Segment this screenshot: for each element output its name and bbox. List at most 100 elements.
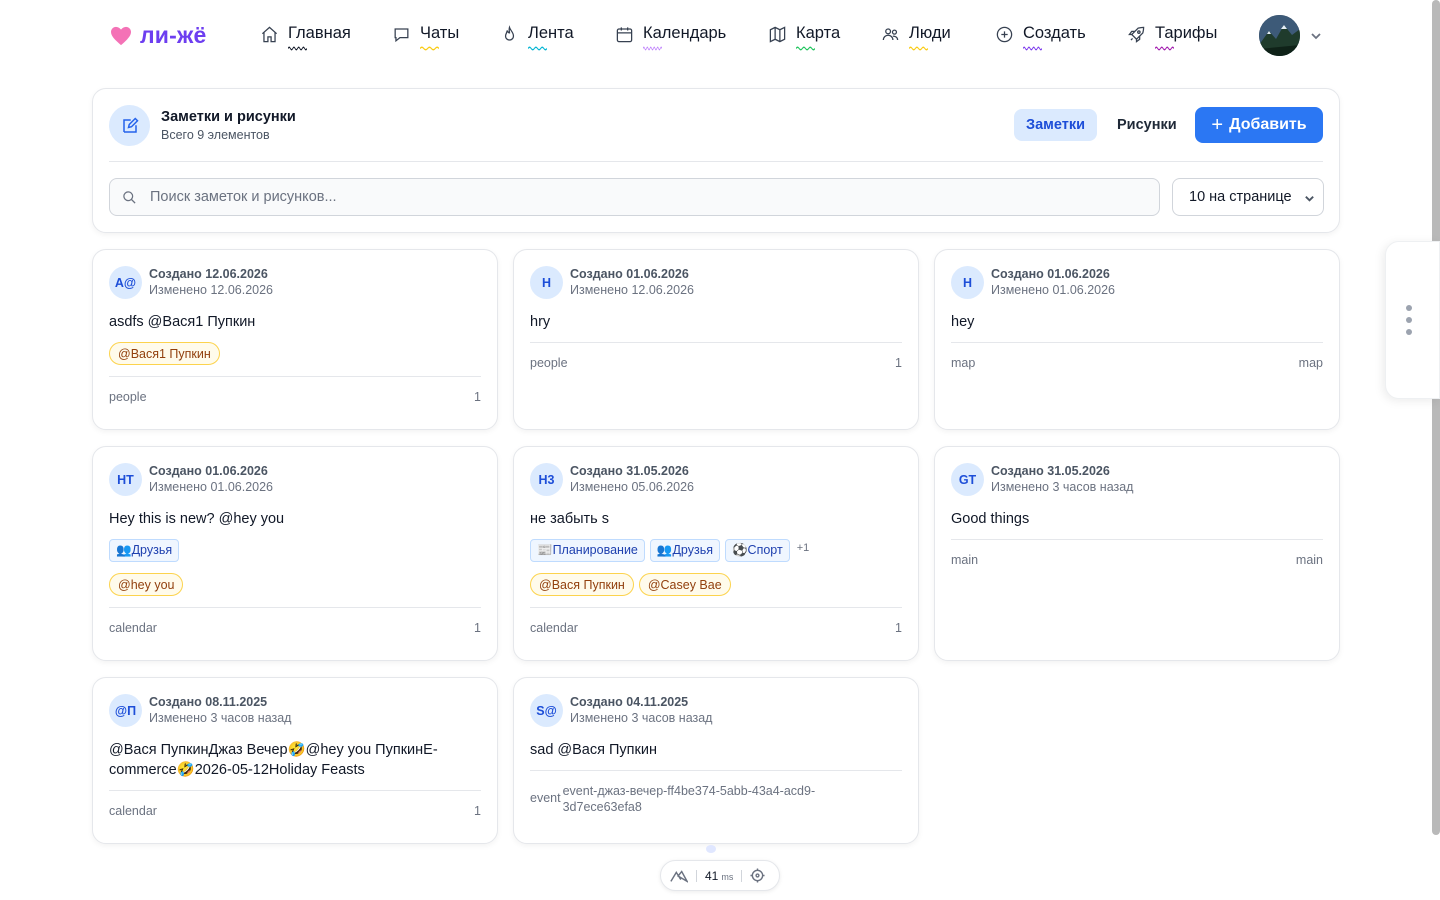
divider <box>109 607 481 608</box>
separator <box>741 869 743 882</box>
author-avatar: @П <box>109 694 142 727</box>
mention-tags: @hey you <box>109 573 184 596</box>
plus-circle-icon <box>996 26 1013 43</box>
heart-icon <box>111 26 131 45</box>
created-date: Создано 31.05.2026 <box>991 464 1110 478</box>
author-avatar: A@ <box>109 266 142 299</box>
plus-icon: + <box>1211 114 1224 136</box>
note-text: hry <box>530 314 551 330</box>
note-text: не забыть s <box>530 511 610 527</box>
nav-pricing[interactable]: Тарифы <box>1127 24 1217 51</box>
chevron-down-icon[interactable] <box>1309 29 1323 43</box>
mention-tags: @Вася1 Пупкин <box>109 342 220 365</box>
user-avatar[interactable] <box>1259 15 1300 56</box>
divider <box>109 790 481 791</box>
search-input[interactable] <box>150 179 1140 215</box>
category-tag[interactable]: 👥Друзья <box>109 539 180 562</box>
nav-label: Карта <box>796 24 840 51</box>
note-category: main <box>951 553 979 567</box>
category-tags: 📰Планирование 👥Друзья ⚽Спорт +1 <box>530 539 809 562</box>
created-date: Создано 12.06.2026 <box>149 267 268 281</box>
per-page-select[interactable]: 10 на странице <box>1172 178 1324 216</box>
category-tag[interactable]: 👥Друзья <box>649 539 720 562</box>
tab-notes[interactable]: Заметки <box>1014 109 1098 141</box>
add-button[interactable]: + Добавить <box>1195 107 1323 143</box>
home-icon <box>261 26 278 43</box>
more-tags-count[interactable]: +1 <box>797 542 810 554</box>
note-card[interactable]: @П Создано 08.11.2025 Изменено 3 часов н… <box>92 677 498 844</box>
modified-date: Изменено 3 часов назад <box>570 711 713 725</box>
separator <box>696 869 697 882</box>
flame-icon <box>504 25 515 41</box>
nav-label: Календарь <box>643 24 726 51</box>
note-card[interactable]: Н3 Создано 31.05.2026 Изменено 05.06.202… <box>513 446 919 661</box>
created-date: Создано 01.06.2026 <box>991 267 1110 281</box>
divider <box>951 342 1323 343</box>
chevron-down-icon <box>1305 196 1314 202</box>
nav-label: Люди <box>909 24 951 51</box>
note-text: asdfs @Вася1 Пупкин <box>109 314 256 330</box>
perf-widget[interactable]: 41 ms <box>660 860 780 891</box>
people-icon <box>882 28 899 41</box>
nav-home[interactable]: Главная <box>260 24 351 51</box>
search-box <box>109 178 1160 216</box>
mention-tag[interactable]: @hey you <box>109 573 184 596</box>
panel-icon-badge <box>109 105 150 146</box>
note-ref: 1 <box>474 804 481 818</box>
note-category: calendar <box>109 804 157 818</box>
note-ref: 1 <box>474 390 481 404</box>
nav-create[interactable]: Создать <box>995 24 1086 51</box>
nav-chats[interactable]: Чаты <box>392 24 459 51</box>
nav-feed[interactable]: Лента <box>500 24 574 51</box>
logo[interactable]: ли-жё <box>110 22 207 49</box>
nav-people[interactable]: Люди <box>881 24 951 51</box>
divider <box>530 342 902 343</box>
divider <box>109 376 481 377</box>
note-ref: map <box>1298 356 1323 370</box>
mention-tag[interactable]: @Casey Bae <box>638 573 731 596</box>
crosshair-icon[interactable] <box>750 868 765 883</box>
note-text: sad @Вася Пупкин <box>530 742 657 758</box>
note-category: event <box>530 791 561 805</box>
note-card[interactable]: GT Создано 31.05.2026 Изменено 3 часов н… <box>934 446 1340 661</box>
note-category: map <box>951 356 976 370</box>
map-icon <box>769 26 786 43</box>
rocket-icon <box>1128 26 1145 43</box>
author-avatar: HT <box>109 463 142 496</box>
top-navigation: ли-жё Главная Чаты Лента Календарь Карта… <box>0 0 1440 72</box>
note-card[interactable]: HT Создано 01.06.2026 Изменено 01.06.202… <box>92 446 498 661</box>
note-text: Good things <box>951 511 1030 527</box>
note-ref[interactable]: event-джаз-вечер-ff4be374-5abb-43a4-acd9… <box>563 783 853 815</box>
divider <box>951 539 1323 540</box>
category-tag[interactable]: 📰Планирование <box>530 539 645 562</box>
nav-calendar[interactable]: Календарь <box>615 24 726 51</box>
author-avatar: H <box>530 266 563 299</box>
edit-icon <box>122 116 139 133</box>
note-card[interactable]: S@ Создано 04.11.2025 Изменено 3 часов н… <box>513 677 919 844</box>
mountain-icon <box>670 869 688 883</box>
search-icon <box>123 191 136 204</box>
note-card[interactable]: H Создано 01.06.2026 Изменено 01.06.2026… <box>934 249 1340 430</box>
nav-label: Тарифы <box>1155 24 1217 51</box>
tab-drawings[interactable]: Рисунки <box>1105 109 1189 141</box>
nav-label: Лента <box>528 24 574 51</box>
author-avatar: S@ <box>530 694 563 727</box>
nav-label: Главная <box>288 24 351 51</box>
note-card[interactable]: H Создано 01.06.2026 Изменено 12.06.2026… <box>513 249 919 430</box>
handle-dot <box>1406 317 1412 323</box>
note-text: hey <box>951 314 975 330</box>
mention-tag[interactable]: @Вася Пупкин <box>530 573 634 596</box>
add-button-label: Добавить <box>1229 116 1307 133</box>
side-drawer-handle[interactable] <box>1385 241 1440 399</box>
page-title: Заметки и рисунки <box>161 109 296 125</box>
page-scrollbar[interactable] <box>1432 0 1440 835</box>
nav-map[interactable]: Карта <box>768 24 840 51</box>
category-tag[interactable]: ⚽Спорт <box>724 539 790 562</box>
created-date: Создано 04.11.2025 <box>570 695 689 709</box>
handle-dot <box>1406 305 1412 311</box>
modified-date: Изменено 3 часов назад <box>991 480 1134 494</box>
render-time: 41 ms <box>705 868 734 883</box>
note-card[interactable]: A@ Создано 12.06.2026 Изменено 12.06.202… <box>92 249 498 430</box>
modified-date: Изменено 12.06.2026 <box>570 283 695 297</box>
mention-tag[interactable]: @Вася1 Пупкин <box>109 342 220 365</box>
